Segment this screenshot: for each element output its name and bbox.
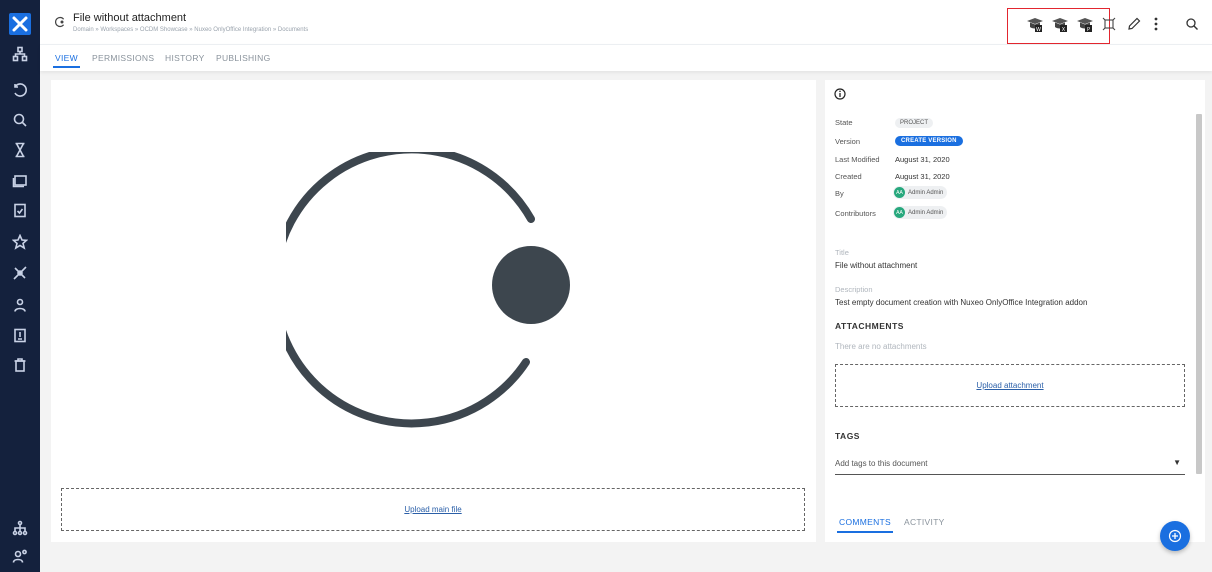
contributor-name: Admin Admin	[908, 209, 944, 216]
collections-icon[interactable]	[10, 170, 30, 190]
organization-icon[interactable]	[10, 518, 30, 538]
info-icon[interactable]	[834, 88, 846, 100]
svg-text:W: W	[1036, 27, 1041, 33]
author-user-chip[interactable]: AA Admin Admin	[893, 186, 948, 199]
metadata-panel: State PROJECT Version CREATE VERSION Las…	[825, 80, 1205, 542]
contributor-user-chip[interactable]: AA Admin Admin	[893, 206, 948, 219]
recent-history-icon[interactable]	[10, 80, 30, 100]
create-version-button[interactable]: CREATE VERSION	[895, 136, 963, 146]
administration-clipboard-icon[interactable]	[10, 325, 30, 345]
avatar: AA	[894, 187, 905, 198]
document-viewer: Upload main file	[51, 80, 816, 542]
title-value: File without attachment	[835, 261, 918, 270]
tab-publishing[interactable]: PUBLISHING	[216, 53, 271, 63]
dropdown-caret-icon[interactable]: ▼	[1173, 458, 1181, 467]
onlyoffice-word-icon[interactable]: W	[1026, 17, 1044, 33]
tags-placeholder: Add tags to this document	[835, 459, 928, 468]
tab-permissions[interactable]: PERMISSIONS	[92, 53, 154, 63]
document-header: File without attachment Domain » Workspa…	[40, 0, 1212, 44]
author-label: By	[835, 189, 844, 198]
trash-icon[interactable]	[10, 355, 30, 375]
contributors-label: Contributors	[835, 209, 876, 218]
onlyoffice-powerpoint-icon[interactable]: P	[1076, 17, 1094, 33]
created-value: August 31, 2020	[895, 172, 950, 181]
edit-icon[interactable]	[1127, 17, 1141, 31]
state-label: State	[835, 118, 853, 127]
tags-heading: TAGS	[835, 431, 860, 441]
tags-input[interactable]: Add tags to this document ▼	[835, 456, 1185, 475]
no-attachments-text: There are no attachments	[835, 342, 927, 351]
description-label: Description	[835, 285, 873, 294]
left-navigation-rail	[0, 0, 40, 572]
onlyoffice-excel-icon[interactable]: X	[1051, 17, 1069, 33]
preview-icon[interactable]	[1102, 17, 1116, 31]
created-label: Created	[835, 172, 862, 181]
add-circle-icon	[1168, 529, 1182, 543]
tab-history[interactable]: HISTORY	[165, 53, 205, 63]
tasks-hourglass-icon[interactable]	[10, 140, 30, 160]
svg-text:X: X	[1062, 27, 1066, 33]
last-modified-value: August 31, 2020	[895, 155, 950, 164]
user-profile-icon[interactable]	[10, 295, 30, 315]
state-chip: PROJECT	[895, 118, 934, 128]
last-modified-label: Last Modified	[835, 155, 880, 164]
app-logo-icon[interactable]	[9, 13, 31, 35]
clipboard-icon[interactable]	[10, 200, 30, 220]
empty-document-placeholder-icon	[286, 152, 570, 428]
search-nav-icon[interactable]	[10, 110, 30, 130]
expired-documents-icon[interactable]	[10, 263, 30, 283]
panel-scrollbar[interactable]	[1195, 102, 1203, 542]
upload-attachment-link[interactable]: Upload attachment	[976, 381, 1043, 390]
upload-attachment-dropzone[interactable]: Upload attachment	[835, 364, 1185, 407]
search-icon[interactable]	[1185, 17, 1199, 31]
tab-comments[interactable]: COMMENTS	[837, 517, 893, 533]
document-title: File without attachment	[73, 12, 187, 24]
upload-main-file-dropzone[interactable]: Upload main file	[61, 488, 805, 531]
user-settings-icon[interactable]	[10, 546, 30, 566]
more-vertical-icon[interactable]	[1152, 16, 1160, 32]
title-label: Title	[835, 248, 849, 257]
description-value: Test empty document creation with Nuxeo …	[835, 298, 1088, 307]
author-name: Admin Admin	[908, 189, 944, 196]
svg-text:P: P	[1087, 27, 1090, 33]
version-label: Version	[835, 137, 861, 146]
favorites-star-icon[interactable]	[10, 232, 30, 252]
tab-activity[interactable]: ACTIVITY	[904, 517, 945, 527]
scrollbar-thumb[interactable]	[1196, 114, 1202, 474]
tab-view[interactable]: VIEW	[53, 53, 80, 68]
document-loading-icon	[55, 16, 65, 28]
create-document-button[interactable]	[1160, 521, 1190, 551]
attachments-heading: ATTACHMENTS	[835, 321, 904, 331]
browse-icon[interactable]	[10, 44, 30, 64]
avatar: AA	[894, 207, 905, 218]
document-tabs: VIEW PERMISSIONS HISTORY PUBLISHING	[40, 44, 1212, 71]
breadcrumb[interactable]: Domain » Workspaces » OCDM Showcase » Nu…	[73, 27, 308, 33]
upload-main-file-link[interactable]: Upload main file	[404, 505, 461, 514]
